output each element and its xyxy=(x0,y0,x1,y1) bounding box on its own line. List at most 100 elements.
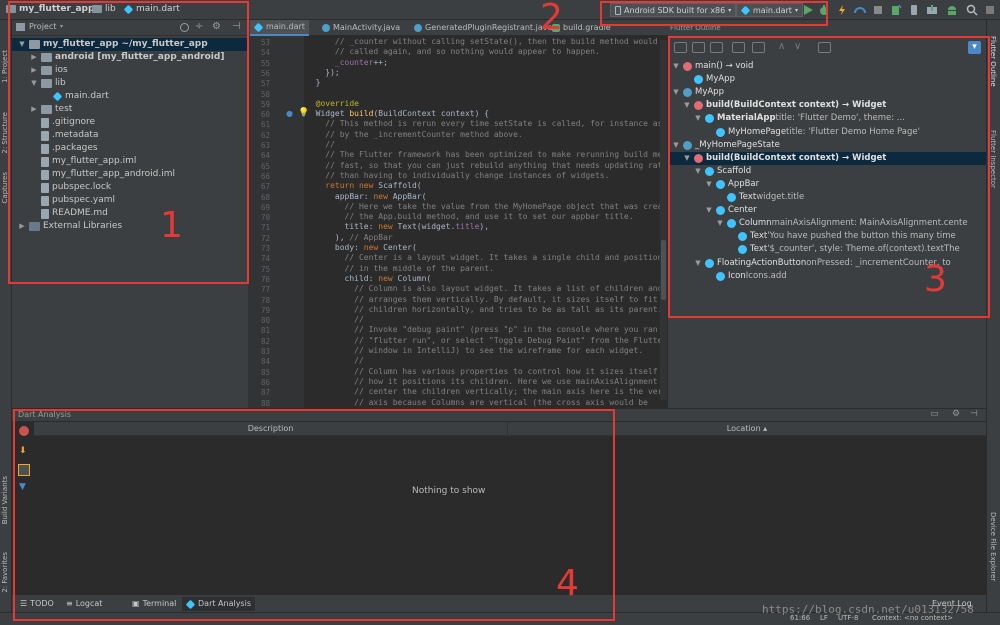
sync-gradle-icon[interactable] xyxy=(890,4,902,16)
gear-icon[interactable]: ⚙ xyxy=(212,21,221,32)
wrap-row-icon[interactable] xyxy=(732,42,745,53)
download-icon[interactable]: ⬇ xyxy=(19,446,27,456)
expand-arrow-icon[interactable]: ▶ xyxy=(30,103,38,116)
error-filter-icon[interactable] xyxy=(19,426,29,436)
project-view-selector[interactable]: Project xyxy=(29,22,56,31)
breadcrumb-file[interactable]: main.dart xyxy=(123,4,180,14)
structure-tool-tab[interactable]: 2: Structure xyxy=(1,112,9,154)
tree-item[interactable]: my_flutter_app_android.iml xyxy=(12,168,248,181)
override-marker-icon[interactable]: ● xyxy=(286,109,293,118)
expand-arrow-icon[interactable]: ▼ xyxy=(694,257,702,270)
description-column-header[interactable]: Description xyxy=(34,422,508,436)
move-down-arrow-icon[interactable]: ∨ xyxy=(794,41,801,52)
gear-icon[interactable]: ⚙ xyxy=(952,409,960,419)
stop-icon[interactable] xyxy=(872,4,884,16)
expand-arrow-icon[interactable]: ▼ xyxy=(705,204,713,217)
todo-tab[interactable]: ☰ TODO xyxy=(16,597,58,611)
breadcrumb-lib[interactable]: lib xyxy=(92,4,116,14)
filter-icon[interactable]: ▾ xyxy=(968,41,981,54)
search-icon[interactable] xyxy=(966,4,978,16)
expand-arrow-icon[interactable]: ▼ xyxy=(672,139,680,152)
expand-arrow-icon[interactable]: ▼ xyxy=(716,217,724,230)
dart-analysis-tab[interactable]: Dart Analysis xyxy=(182,597,255,611)
tree-item[interactable]: README.md xyxy=(12,207,248,220)
tree-item[interactable]: ▶ test xyxy=(12,103,248,116)
tree-item[interactable]: pubspec.yaml xyxy=(12,194,248,207)
device-selector[interactable]: Android SDK built for x86 ▾ xyxy=(610,3,737,17)
logcat-tab[interactable]: ≡ Logcat xyxy=(62,597,106,611)
tree-item[interactable]: .packages xyxy=(12,142,248,155)
hot-reload-icon[interactable] xyxy=(836,4,848,16)
expand-arrow-icon[interactable]: ▼ xyxy=(705,178,713,191)
outline-item[interactable]: Text '$_counter', style: Theme.of(contex… xyxy=(668,243,986,256)
tree-item[interactable]: ▶ ios xyxy=(12,64,248,77)
outline-item[interactable]: ▼ Scaffold xyxy=(668,165,986,178)
tab-main-activity[interactable]: MainActivity.java xyxy=(318,20,404,36)
device-file-explorer-tool-tab[interactable]: Device File Explorer xyxy=(989,512,997,581)
expand-arrow-icon[interactable]: ▼ xyxy=(694,165,702,178)
outline-item[interactable]: ▼ build(BuildContext context) → Widget xyxy=(668,99,986,112)
tree-item[interactable]: my_flutter_app.iml xyxy=(12,155,248,168)
move-up-icon[interactable] xyxy=(752,42,765,53)
flutter-inspector-tool-tab[interactable]: Flutter Inspector xyxy=(989,130,997,188)
profiler-icon[interactable] xyxy=(854,4,866,16)
captures-tool-tab[interactable]: Captures xyxy=(1,172,9,203)
outline-item[interactable]: ▼ _MyHomePageState xyxy=(668,139,986,152)
sdk-manager-icon[interactable] xyxy=(926,4,938,16)
tree-item[interactable]: ▶ android [my_flutter_app_android] xyxy=(12,51,248,64)
wrap-column-icon[interactable] xyxy=(710,42,723,53)
group-by-icon[interactable] xyxy=(18,464,30,476)
tree-item[interactable]: ▶ External Libraries xyxy=(12,220,248,233)
editor-scrollbar[interactable] xyxy=(660,40,667,400)
comment-icon[interactable]: ▭ xyxy=(930,409,939,419)
tree-item[interactable]: pubspec.lock xyxy=(12,181,248,194)
lightbulb-icon[interactable]: 💡 xyxy=(298,108,309,118)
debug-icon[interactable] xyxy=(818,4,830,16)
tab-generated-plugin-registrant[interactable]: GeneratedPluginRegistrant.java xyxy=(410,20,556,36)
avd-manager-icon[interactable] xyxy=(908,4,920,16)
expand-arrow-icon[interactable]: ▶ xyxy=(30,64,38,77)
outline-item[interactable]: ▼ MyApp xyxy=(668,86,986,99)
expand-arrow-icon[interactable]: ▼ xyxy=(18,38,26,51)
outline-item[interactable]: Text 'You have pushed the button this ma… xyxy=(668,230,986,243)
tree-item[interactable]: .metadata xyxy=(12,129,248,142)
expand-arrow-icon[interactable]: ▼ xyxy=(683,152,691,165)
outline-item[interactable]: Text widget.title xyxy=(668,191,986,204)
outline-item[interactable]: MyHomePage title: 'Flutter Demo Home Pag… xyxy=(668,126,986,139)
expand-arrow-icon[interactable]: ▼ xyxy=(30,77,38,90)
favorites-tool-tab[interactable]: 2: Favorites xyxy=(1,552,9,593)
location-column-header[interactable]: Location ▴ xyxy=(508,422,986,436)
run-config-selector[interactable]: main.dart ▾ xyxy=(736,3,803,17)
hide-panel-icon[interactable]: ⊣ xyxy=(970,409,978,419)
breadcrumb-project[interactable]: my_flutter_app xyxy=(6,4,94,14)
tree-item[interactable]: ▼ my_flutter_app ~/my_flutter_app xyxy=(12,38,248,51)
wrap-padding-icon[interactable] xyxy=(692,42,705,53)
outline-item[interactable]: ▼ build(BuildContext context) → Widget xyxy=(668,151,986,165)
expand-arrow-icon[interactable]: ▶ xyxy=(30,51,38,64)
outline-item[interactable]: ▼ AppBar xyxy=(668,178,986,191)
tab-main-dart[interactable]: main.dart xyxy=(250,20,309,36)
run-icon[interactable] xyxy=(802,4,814,16)
hide-panel-icon[interactable]: ⊣ xyxy=(232,21,241,32)
outline-item[interactable]: MyApp xyxy=(668,73,986,86)
expand-arrow-icon[interactable]: ▶ xyxy=(18,220,26,233)
scrollbar-thumb[interactable] xyxy=(661,240,666,300)
outline-item[interactable]: ▼ Center xyxy=(668,204,986,217)
project-tool-tab[interactable]: 1: Project xyxy=(1,50,9,83)
wrap-center-icon[interactable] xyxy=(674,42,687,53)
android-icon[interactable] xyxy=(946,4,958,16)
move-up-arrow-icon[interactable]: ∧ xyxy=(778,41,785,52)
expand-arrow-icon[interactable]: ▼ xyxy=(694,112,702,125)
outline-item[interactable]: ▼ MaterialApp title: 'Flutter Demo', them… xyxy=(668,112,986,125)
terminal-tab[interactable]: ▣ Terminal xyxy=(128,597,180,611)
expand-arrow-icon[interactable]: ▼ xyxy=(672,60,680,73)
expand-arrow-icon[interactable]: ▼ xyxy=(683,99,691,112)
settings-icon[interactable] xyxy=(984,4,996,16)
tree-item[interactable]: .gitignore xyxy=(12,116,248,129)
tree-item[interactable]: main.dart xyxy=(12,90,248,103)
build-variants-tool-tab[interactable]: Build Variants xyxy=(1,476,9,524)
scroll-from-source-icon[interactable] xyxy=(180,23,189,32)
outline-item[interactable]: ▼ main() → void xyxy=(668,60,986,73)
outline-item[interactable]: ▼ Column mainAxisAlignment: MainAxisAlign… xyxy=(668,217,986,230)
filter-icon[interactable]: ▼ xyxy=(19,482,26,492)
